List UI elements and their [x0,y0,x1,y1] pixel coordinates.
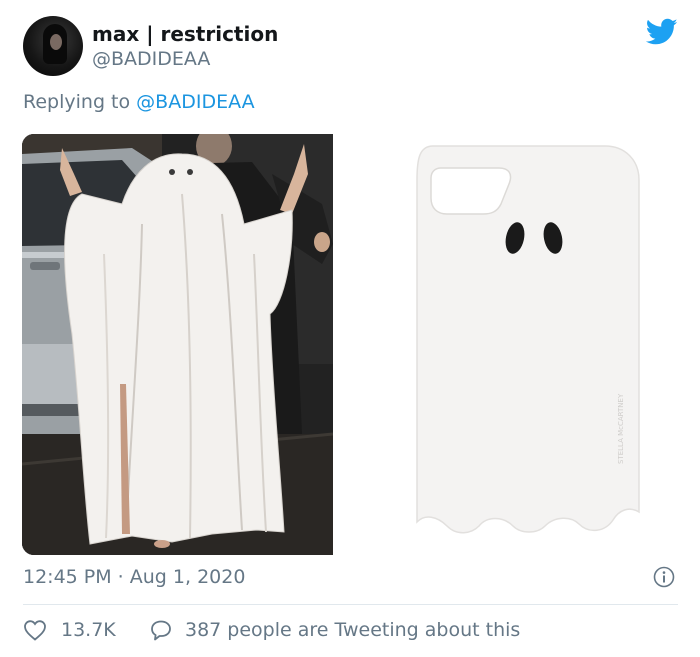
replying-to-label: Replying to [23,91,131,113]
replying-to-mention[interactable]: @BADIDEAA [136,91,254,113]
speech-bubble-icon [151,620,171,641]
twitter-bird-icon[interactable] [646,18,678,46]
ghost-costume-illustration [22,134,333,555]
tweet-timestamp[interactable]: 12:45 PM · Aug 1, 2020 [23,566,245,588]
ghost-phone-case-illustration: STELLA McCARTNEY [333,134,678,555]
ghost-phone-case-photo[interactable]: STELLA McCARTNEY [333,134,678,555]
heart-icon [24,620,46,641]
like-button[interactable]: 13.7K [23,618,116,642]
conversation-text: 387 people are Tweeting about this [185,619,521,641]
avatar-face [50,34,62,50]
replying-to: Replying to @BADIDEAA [23,91,255,113]
divider [23,604,678,605]
info-icon[interactable] [653,566,675,588]
like-count: 13.7K [61,619,116,641]
avatar[interactable] [23,16,83,76]
author-display-name[interactable]: max | restriction [92,22,278,46]
case-brand-text: STELLA McCARTNEY [617,393,625,464]
conversation-link[interactable]: 387 people are Tweeting about this [149,618,520,642]
ghost-costume-photo[interactable] [22,134,333,555]
tweet-media[interactable]: STELLA McCARTNEY [22,134,678,555]
author-handle[interactable]: @BADIDEAA [92,48,210,70]
